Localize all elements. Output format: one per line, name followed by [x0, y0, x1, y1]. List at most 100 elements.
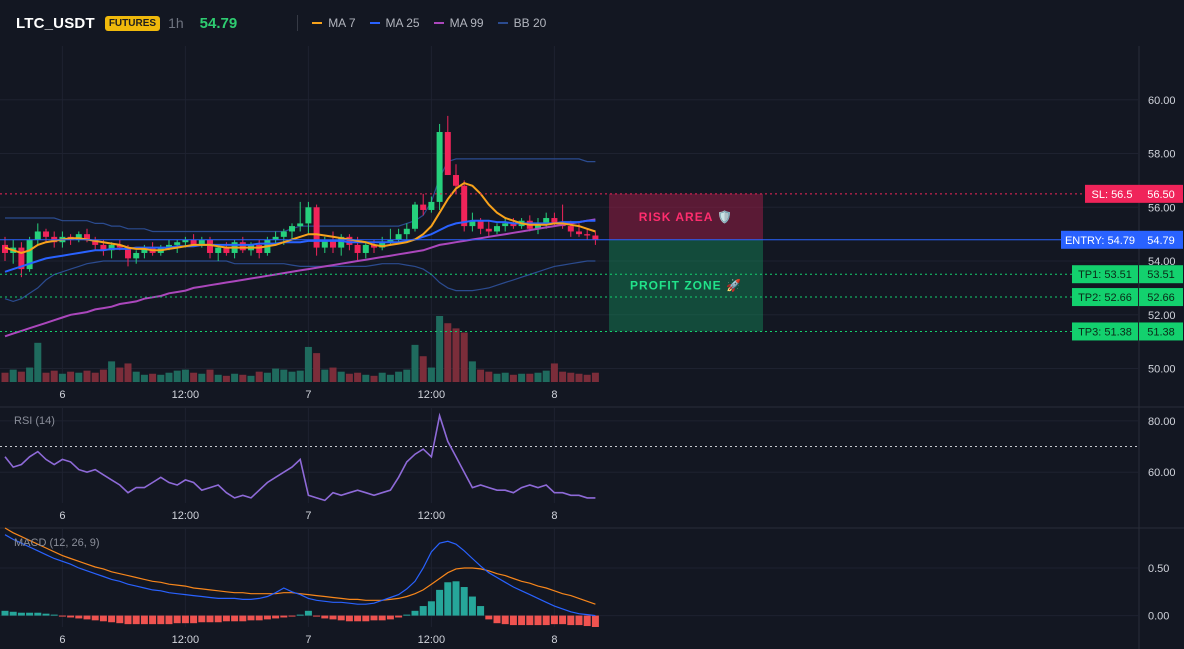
candle-body: [362, 244, 369, 253]
time-tick-label: 12:00: [172, 510, 200, 522]
macd-histogram-bar: [493, 615, 501, 624]
time-tick-label: 7: [305, 510, 311, 522]
macd-histogram-bar: [1, 610, 9, 616]
legend-label-ma25: MA 25: [385, 16, 420, 30]
candle-body: [43, 231, 49, 237]
volume-bar: [550, 363, 558, 382]
volume-bar: [567, 372, 575, 382]
candle-body: [133, 252, 140, 259]
macd-histogram-bar: [329, 615, 337, 620]
macd-histogram-bar: [386, 615, 394, 620]
rsi-tick-label: 80.00: [1148, 416, 1176, 428]
level-value-4: 51.38: [1147, 326, 1175, 338]
candle-body: [412, 204, 418, 229]
volume-bar: [444, 323, 452, 382]
volume-bar: [26, 367, 34, 382]
time-tick-label: 7: [305, 634, 311, 646]
volume-bar: [468, 361, 476, 382]
price-tick-label: 58.00: [1148, 149, 1176, 161]
volume-bar: [460, 332, 468, 382]
macd-histogram-bar: [345, 615, 353, 622]
macd-histogram-bar: [444, 582, 452, 616]
macd-histogram-bar: [198, 615, 206, 623]
macd-histogram-bar: [460, 587, 468, 616]
volume-bar: [255, 371, 263, 382]
chart-header: LTC_USDT FUTURES 1h 54.79 MA 7 MA 25 MA …: [0, 0, 1184, 46]
volume-bar: [165, 372, 173, 382]
candle-body: [461, 185, 468, 227]
macd-histogram-bar: [436, 589, 444, 616]
volume-bar: [75, 372, 83, 382]
macd-tick-label: 0.00: [1148, 611, 1169, 623]
macd-histogram-bar: [583, 615, 591, 627]
level-label-4: TP3: 51.38: [1078, 326, 1132, 338]
volume-bar: [436, 316, 444, 382]
volume-bar: [83, 370, 91, 382]
price-tick-label: 56.00: [1148, 202, 1176, 214]
volume-bar: [17, 371, 25, 382]
macd-histogram-bar: [181, 615, 189, 624]
volume-bar: [34, 342, 42, 382]
volume-bar: [1, 372, 9, 382]
legend-bb20[interactable]: BB 20: [497, 16, 546, 30]
last-price: 54.79: [199, 14, 238, 32]
time-tick-label: 12:00: [418, 510, 446, 522]
volume-bar: [140, 374, 148, 382]
volume-bar: [280, 369, 288, 382]
volume-bar: [91, 372, 99, 382]
legend-ma25[interactable]: MA 25: [369, 16, 420, 30]
legend-ma99[interactable]: MA 99: [433, 16, 484, 30]
candle-body: [485, 228, 492, 232]
candle-body: [272, 236, 279, 240]
candle-body: [289, 226, 295, 232]
macd-histogram-bar: [214, 615, 222, 623]
candle-body: [395, 234, 402, 240]
volume-bar: [108, 361, 116, 382]
volume-bar: [157, 374, 165, 382]
volume-bar: [345, 373, 353, 382]
volume-bar: [263, 372, 271, 382]
macd-histogram-bar: [247, 615, 255, 621]
macd-histogram-bar: [313, 615, 321, 617]
time-tick-label: 12:00: [172, 389, 200, 401]
candle-body: [494, 226, 500, 232]
rsi-line: [4, 412, 596, 502]
macd-histogram-bar: [304, 610, 312, 616]
macd-histogram-bar: [75, 615, 83, 619]
macd-histogram-bar: [419, 606, 427, 616]
level-value-3: 52.66: [1147, 292, 1175, 304]
volume-bar: [296, 370, 304, 382]
level-label-3: TP2: 52.66: [1078, 292, 1132, 304]
futures-badge: FUTURES: [104, 15, 161, 31]
macd-histogram-bar: [403, 614, 411, 616]
time-tick-label: 6: [59, 634, 65, 646]
candle-body: [592, 235, 599, 240]
legend-ma7[interactable]: MA 7: [312, 16, 356, 30]
volume-bar: [206, 369, 214, 382]
volume-bar: [9, 369, 17, 382]
volume-bar: [190, 372, 198, 382]
level-value-2: 53.51: [1147, 269, 1175, 281]
candle-body: [576, 231, 582, 235]
candle-body: [428, 201, 435, 210]
volume-bar: [321, 369, 329, 382]
macd-histogram-bar: [255, 615, 263, 621]
trading-chart[interactable]: 50.0052.0054.0056.0058.0060.00RISK AREA …: [0, 0, 1184, 649]
volume-bar: [58, 373, 66, 382]
volume-bar: [354, 372, 362, 382]
time-tick-label: 8: [551, 389, 557, 401]
volume-bar: [124, 363, 132, 382]
macd-histogram-bar: [165, 615, 173, 625]
interval-label[interactable]: 1h: [168, 15, 184, 31]
macd-histogram-bar: [542, 615, 550, 626]
symbol-name[interactable]: LTC_USDT: [16, 15, 95, 32]
macd-histogram-bar: [124, 615, 132, 625]
legend-swatch-ma99: [433, 22, 444, 24]
volume-bar: [239, 374, 247, 382]
macd-histogram-bar: [173, 615, 181, 624]
candle-body: [297, 223, 304, 227]
volume-bar: [313, 353, 321, 382]
macd-histogram-bar: [378, 615, 386, 621]
candle-body: [280, 231, 287, 237]
volume-bar: [452, 328, 460, 382]
